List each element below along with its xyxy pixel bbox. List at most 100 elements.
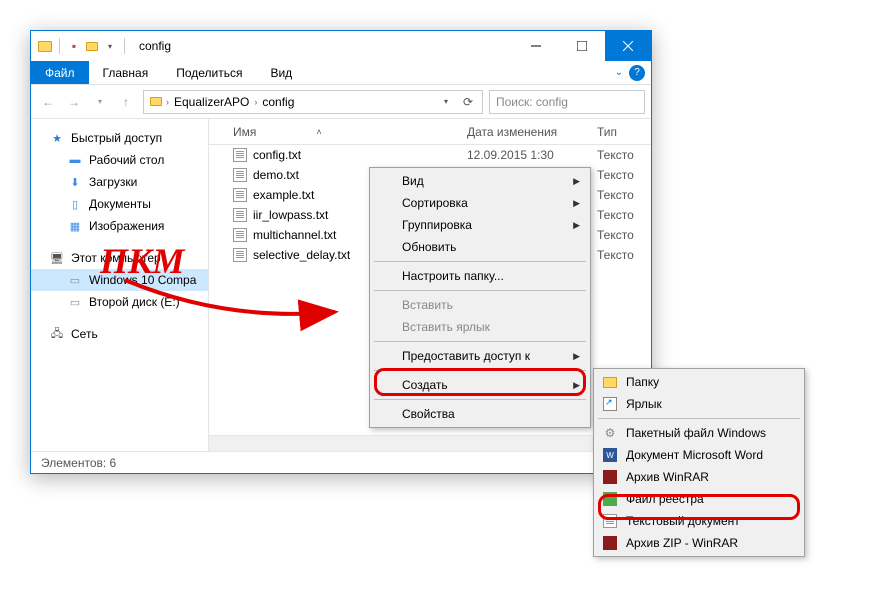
history-dropdown[interactable]: ▾ bbox=[436, 92, 456, 112]
gear-icon: ⚙ bbox=[602, 425, 618, 441]
item-count: Элементов: 6 bbox=[41, 456, 116, 470]
breadcrumb-item[interactable]: config bbox=[259, 95, 297, 109]
ctx-new-batch[interactable]: ⚙Пакетный файл Windows bbox=[596, 422, 802, 444]
ctx-new-text[interactable]: Текстовый документ bbox=[596, 510, 802, 532]
separator bbox=[374, 261, 586, 262]
quick-access-toolbar: ▪ ▾ bbox=[31, 38, 135, 54]
text-file-icon bbox=[233, 208, 247, 222]
ctx-paste: Вставить bbox=[372, 294, 588, 316]
sidebar-item-drive-e[interactable]: ▭Второй диск (E:) bbox=[31, 291, 208, 313]
ribbon-tabs: Файл Главная Поделиться Вид ⌄ ? bbox=[31, 61, 651, 85]
drive-icon: ▭ bbox=[67, 294, 83, 310]
ctx-new-zip[interactable]: Архив ZIP - WinRAR bbox=[596, 532, 802, 554]
rar-icon bbox=[602, 535, 618, 551]
network-icon: 🖧 bbox=[49, 326, 65, 342]
registry-icon bbox=[602, 491, 618, 507]
ribbon-expand-icon[interactable]: ⌄ bbox=[615, 67, 623, 78]
column-date[interactable]: Дата изменения bbox=[459, 125, 589, 139]
properties-icon[interactable]: ▪ bbox=[66, 38, 82, 54]
ctx-new-registry[interactable]: Файл реестра bbox=[596, 488, 802, 510]
chevron-right-icon: ▶ bbox=[573, 220, 580, 231]
tab-view[interactable]: Вид bbox=[256, 61, 306, 84]
folder-icon bbox=[602, 374, 618, 390]
pc-icon: 🖥 bbox=[49, 250, 65, 266]
text-file-icon bbox=[233, 248, 247, 262]
dropdown-icon[interactable]: ▾ bbox=[102, 38, 118, 54]
ctx-new-shortcut[interactable]: Ярлык bbox=[596, 393, 802, 415]
back-button[interactable]: ← bbox=[37, 91, 59, 113]
text-file-icon bbox=[233, 188, 247, 202]
shortcut-icon bbox=[602, 396, 618, 412]
chevron-right-icon[interactable]: › bbox=[166, 97, 169, 107]
tab-home[interactable]: Главная bbox=[89, 61, 163, 84]
ctx-paste-shortcut: Вставить ярлык bbox=[372, 316, 588, 338]
chevron-right-icon[interactable]: › bbox=[254, 97, 257, 107]
chevron-right-icon: ▶ bbox=[573, 176, 580, 187]
word-icon: W bbox=[602, 447, 618, 463]
ctx-new-winrar[interactable]: Архив WinRAR bbox=[596, 466, 802, 488]
ctx-sort[interactable]: Сортировка▶ bbox=[372, 192, 588, 214]
forward-button[interactable]: → bbox=[63, 91, 85, 113]
separator bbox=[124, 38, 125, 54]
window-controls bbox=[513, 31, 651, 61]
status-bar: Элементов: 6 bbox=[31, 451, 651, 473]
sidebar-item-quick-access[interactable]: ★Быстрый доступ bbox=[31, 127, 208, 149]
window-title: config bbox=[135, 39, 171, 53]
sidebar-item-desktop[interactable]: ▬Рабочий стол bbox=[31, 149, 208, 171]
context-menu: Вид▶ Сортировка▶ Группировка▶ Обновить Н… bbox=[369, 167, 591, 428]
column-name[interactable]: Имя˄ bbox=[209, 125, 459, 139]
tab-file[interactable]: Файл bbox=[31, 61, 89, 84]
help-icon[interactable]: ? bbox=[629, 65, 645, 81]
desktop-icon: ▬ bbox=[67, 152, 83, 168]
ctx-new[interactable]: Создать▶ bbox=[372, 374, 588, 396]
sidebar-item-downloads[interactable]: ⬇Загрузки bbox=[31, 171, 208, 193]
minimize-button[interactable] bbox=[513, 31, 559, 61]
text-file-icon bbox=[233, 228, 247, 242]
document-icon: ▯ bbox=[67, 196, 83, 212]
chevron-right-icon: ▶ bbox=[573, 380, 580, 391]
file-row[interactable]: config.txt12.09.2015 1:30Тексто bbox=[209, 145, 651, 165]
folder-icon bbox=[37, 38, 53, 54]
titlebar[interactable]: ▪ ▾ config bbox=[31, 31, 651, 61]
ctx-group[interactable]: Группировка▶ bbox=[372, 214, 588, 236]
separator bbox=[59, 38, 60, 54]
horizontal-scrollbar[interactable] bbox=[209, 435, 651, 451]
separator bbox=[374, 399, 586, 400]
search-input[interactable]: Поиск: config bbox=[489, 90, 645, 114]
breadcrumb-item[interactable]: EqualizerAPO bbox=[171, 95, 252, 109]
up-button[interactable]: ↑ bbox=[115, 91, 137, 113]
text-file-icon bbox=[233, 168, 247, 182]
ctx-new-word[interactable]: WДокумент Microsoft Word bbox=[596, 444, 802, 466]
maximize-button[interactable] bbox=[559, 31, 605, 61]
sidebar-item-network[interactable]: 🖧Сеть bbox=[31, 323, 208, 345]
recent-dropdown[interactable]: ▾ bbox=[89, 91, 111, 113]
separator bbox=[598, 418, 800, 419]
ctx-properties[interactable]: Свойства bbox=[372, 403, 588, 425]
tab-share[interactable]: Поделиться bbox=[162, 61, 256, 84]
new-folder-icon[interactable] bbox=[84, 38, 100, 54]
ctx-share-access[interactable]: Предоставить доступ к▶ bbox=[372, 345, 588, 367]
close-button[interactable] bbox=[605, 31, 651, 61]
chevron-right-icon: ▶ bbox=[573, 198, 580, 209]
text-file-icon bbox=[602, 513, 618, 529]
address-bar: ← → ▾ ↑ › EqualizerAPO › config ▾ ⟳ Поис… bbox=[31, 85, 651, 119]
annotation-label: ПКМ bbox=[100, 240, 184, 282]
separator bbox=[374, 370, 586, 371]
ctx-view[interactable]: Вид▶ bbox=[372, 170, 588, 192]
refresh-icon[interactable]: ⟳ bbox=[458, 92, 478, 112]
sidebar-item-documents[interactable]: ▯Документы bbox=[31, 193, 208, 215]
column-type[interactable]: Тип bbox=[589, 125, 651, 139]
ctx-refresh[interactable]: Обновить bbox=[372, 236, 588, 258]
pictures-icon: ▦ bbox=[67, 218, 83, 234]
search-placeholder: Поиск: config bbox=[496, 95, 568, 109]
sort-asc-icon: ˄ bbox=[316, 127, 321, 137]
star-icon: ★ bbox=[49, 130, 65, 146]
ctx-customize-folder[interactable]: Настроить папку... bbox=[372, 265, 588, 287]
column-headers: Имя˄ Дата изменения Тип bbox=[209, 119, 651, 145]
ctx-new-folder[interactable]: Папку bbox=[596, 371, 802, 393]
sidebar-item-pictures[interactable]: ▦Изображения bbox=[31, 215, 208, 237]
drive-icon: ▭ bbox=[67, 272, 83, 288]
rar-icon bbox=[602, 469, 618, 485]
address-input[interactable]: › EqualizerAPO › config ▾ ⟳ bbox=[143, 90, 483, 114]
separator bbox=[374, 341, 586, 342]
